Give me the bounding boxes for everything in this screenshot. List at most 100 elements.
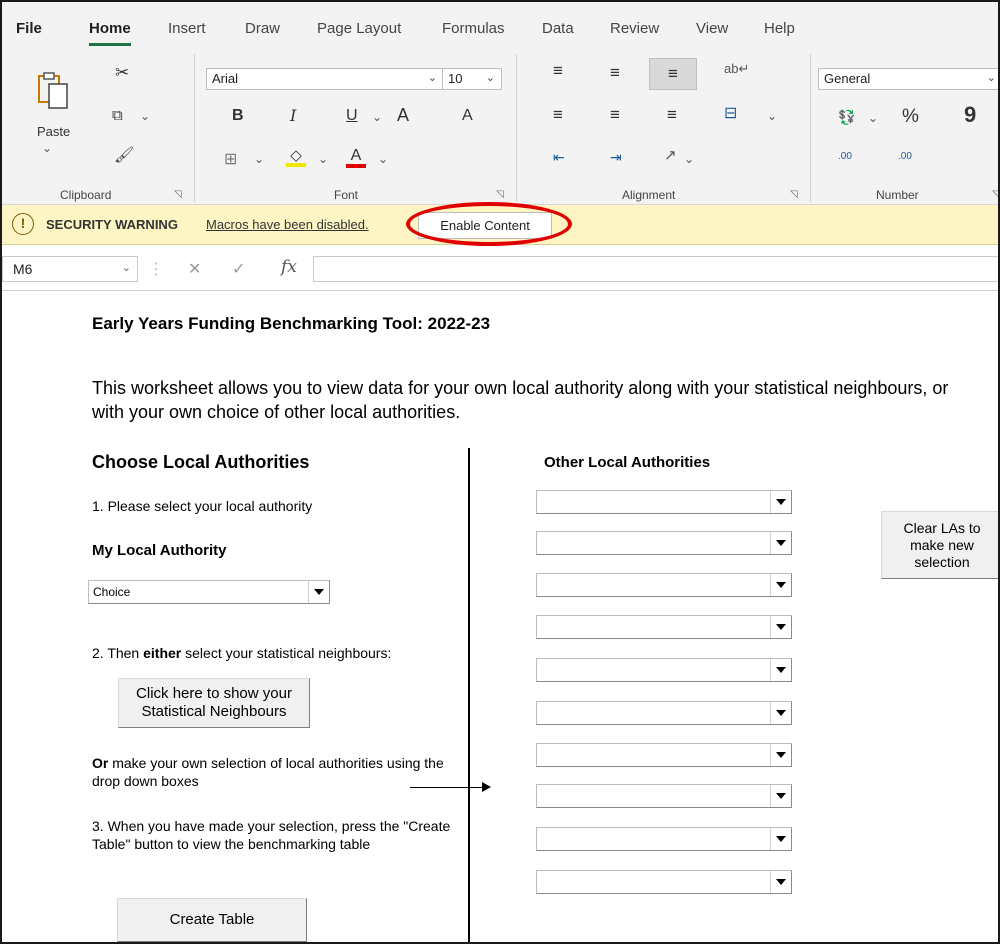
decrease-indent-icon[interactable]: ⇤ — [553, 150, 565, 164]
underline-chevron-icon[interactable]: ⌄ — [372, 111, 382, 123]
underline-button[interactable]: U — [346, 108, 358, 124]
my-la-dropdown[interactable]: Choice — [88, 580, 330, 604]
top-align-icon[interactable]: ≡ — [553, 62, 563, 79]
merge-center-icon[interactable]: ⊟ — [724, 106, 737, 122]
tab-help[interactable]: Help — [764, 20, 795, 37]
other-la-dropdown[interactable] — [536, 701, 792, 725]
tab-draw[interactable]: Draw — [245, 20, 280, 37]
bottom-align-icon[interactable]: ≡ — [649, 58, 697, 90]
increase-indent-icon[interactable]: ⇥ — [610, 150, 622, 164]
clipboard-launcher-icon[interactable]: ◹ — [174, 189, 182, 200]
clear-las-button[interactable]: Clear LAs to make new selection — [881, 511, 998, 579]
number-launcher-icon[interactable]: ◹ — [992, 189, 998, 200]
align-right-icon[interactable]: ≡ — [667, 106, 677, 123]
tab-home[interactable]: Home — [89, 20, 131, 46]
other-la-dropdown[interactable] — [536, 573, 792, 597]
font-name-chevron-icon: ⌄ — [427, 72, 437, 84]
dropdown-arrow-icon — [770, 828, 791, 850]
or-text: Or make your own selection of local auth… — [92, 754, 452, 790]
cut-icon[interactable]: ✂ — [115, 64, 129, 81]
tab-formulas[interactable]: Formulas — [442, 20, 505, 37]
formula-bar-splitter-icon: ⋮ — [148, 261, 164, 278]
insert-function-button[interactable]: fx — [281, 257, 297, 277]
align-left-icon[interactable]: ≡ — [553, 106, 563, 123]
comma-style-button[interactable]: 9 — [964, 104, 976, 126]
middle-align-icon[interactable]: ≡ — [610, 64, 620, 81]
format-painter-icon[interactable]: 🖌 — [114, 148, 134, 164]
cancel-icon[interactable]: ✕ — [188, 259, 201, 279]
arrow-line — [410, 787, 484, 788]
other-la-dropdown[interactable] — [536, 490, 792, 514]
dropdown-arrow-icon — [770, 871, 791, 893]
merge-chevron-icon[interactable]: ⌄ — [767, 110, 777, 122]
tab-view[interactable]: View — [696, 20, 728, 37]
tab-file[interactable]: File — [16, 20, 42, 37]
dropdown-arrow-icon — [770, 744, 791, 766]
grow-font-button[interactable]: A — [397, 106, 409, 124]
number-group-label: Number — [876, 188, 919, 202]
paste-label[interactable]: Paste — [37, 124, 70, 139]
shrink-font-button[interactable]: A — [462, 108, 473, 124]
number-format-combo[interactable]: General ⌄ — [818, 68, 998, 90]
ribbon-separator — [810, 54, 811, 202]
font-name-combo[interactable]: Arial ⌄ — [206, 68, 444, 90]
font-color-chevron-icon[interactable]: ⌄ — [378, 153, 388, 165]
currency-chevron-icon[interactable]: ⌄ — [868, 112, 878, 124]
alignment-launcher-icon[interactable]: ◹ — [790, 189, 798, 200]
tab-page-layout[interactable]: Page Layout — [317, 20, 401, 37]
formula-input[interactable] — [313, 256, 998, 282]
tab-review[interactable]: Review — [610, 20, 659, 37]
increase-decimal-button[interactable]: .00 — [838, 152, 852, 162]
security-warning-title: SECURITY WARNING — [46, 217, 178, 232]
ribbon-separator — [516, 54, 517, 202]
orientation-icon[interactable]: ↗ — [664, 148, 677, 163]
macros-disabled-link[interactable]: Macros have been disabled. — [206, 217, 369, 232]
tab-insert[interactable]: Insert — [168, 20, 206, 37]
other-la-dropdown[interactable] — [536, 827, 792, 851]
copy-icon[interactable]: ⧉ — [112, 108, 123, 123]
show-statistical-neighbours-button[interactable]: Click here to show your Statistical Neig… — [118, 678, 310, 728]
wrap-text-icon[interactable]: ab↵ — [724, 62, 749, 75]
excel-window: File Home Insert Draw Page Layout Formul… — [0, 0, 1000, 944]
name-box[interactable]: M6 ⌄ — [2, 256, 138, 282]
or-rest: make your own selection of local authori… — [92, 755, 444, 789]
font-launcher-icon[interactable]: ◹ — [496, 189, 504, 200]
paste-chevron-down-icon[interactable]: ⌄ — [42, 142, 52, 154]
other-la-dropdown[interactable] — [536, 658, 792, 682]
name-box-chevron-icon: ⌄ — [121, 262, 131, 274]
fill-color-icon[interactable]: ◇ — [286, 148, 306, 167]
fill-color-chevron-icon[interactable]: ⌄ — [318, 153, 328, 165]
worksheet: Early Years Funding Benchmarking Tool: 2… — [2, 292, 998, 942]
borders-chevron-icon[interactable]: ⌄ — [254, 153, 264, 165]
other-la-dropdown[interactable] — [536, 784, 792, 808]
number-format-chevron-icon: ⌄ — [986, 72, 996, 84]
bold-button[interactable]: B — [232, 108, 244, 124]
other-la-dropdown[interactable] — [536, 531, 792, 555]
create-table-button[interactable]: Create Table — [117, 898, 307, 942]
copy-chevron-down-icon[interactable]: ⌄ — [140, 110, 150, 122]
align-center-icon[interactable]: ≡ — [610, 106, 620, 123]
step-2-either: either — [143, 645, 182, 661]
font-size-chevron-icon: ⌄ — [485, 72, 495, 84]
orientation-chevron-icon[interactable]: ⌄ — [684, 153, 694, 165]
decrease-decimal-button[interactable]: .00 — [898, 152, 912, 162]
percent-button[interactable]: % — [902, 107, 919, 126]
formula-bar: M6 ⌄ ⋮ ✕ ✓ fx — [2, 246, 998, 291]
dropdown-arrow-icon — [770, 785, 791, 807]
tab-data[interactable]: Data — [542, 20, 574, 37]
currency-icon[interactable]: 💱 — [838, 110, 855, 124]
other-la-dropdown[interactable] — [536, 743, 792, 767]
font-color-button[interactable]: A — [346, 148, 366, 168]
paste-icon[interactable] — [36, 70, 70, 110]
borders-icon[interactable]: ⊞ — [224, 152, 237, 168]
other-la-dropdown[interactable] — [536, 870, 792, 894]
other-la-dropdown[interactable] — [536, 615, 792, 639]
step-3-text: 3. When you have made your selection, pr… — [92, 818, 451, 852]
font-size-value: 10 — [448, 71, 463, 86]
dropdown-arrow-icon — [770, 574, 791, 596]
enter-icon[interactable]: ✓ — [232, 259, 245, 279]
font-size-combo[interactable]: 10 ⌄ — [442, 68, 502, 90]
italic-button[interactable]: I — [290, 108, 296, 124]
dropdown-arrow-icon — [770, 532, 791, 554]
dropdown-arrow-icon — [770, 491, 791, 513]
